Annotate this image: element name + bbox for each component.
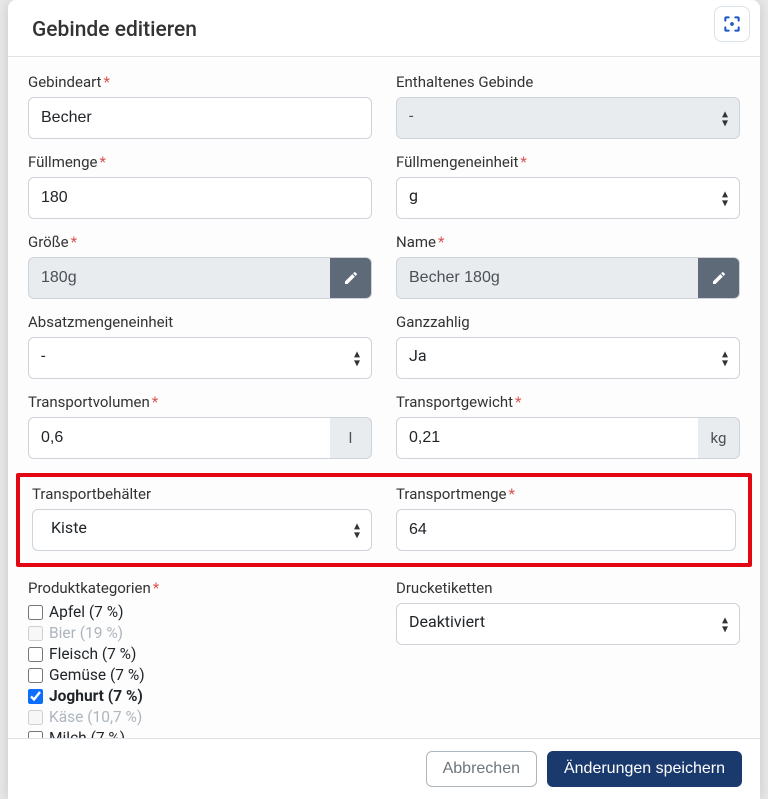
modal-footer: Abbrechen Änderungen speichern [8, 738, 760, 799]
category-item[interactable]: Joghurt (7 %) [28, 687, 372, 705]
modal-header: Gebinde editieren [8, 0, 760, 57]
select-drucketiketten[interactable]: Deaktiviert [396, 603, 740, 645]
label-name: Name* [396, 233, 740, 251]
label-ganzzahlig: Ganzzahlig [396, 313, 740, 331]
category-label: Bier (19 %) [49, 624, 123, 642]
category-label: Apfel (7 %) [49, 603, 123, 621]
edit-gebinde-modal: Gebinde editieren Gebindeart* Enthaltene… [8, 0, 760, 799]
label-fuellmengeneinheit: Füllmengeneinheit* [396, 153, 740, 171]
input-name [396, 257, 698, 299]
label-enthaltenes: Enthaltenes Gebinde [396, 73, 740, 91]
category-item: Käse (10,7 %) [28, 708, 372, 726]
category-checkbox [28, 710, 43, 725]
edit-groesse-button[interactable] [330, 257, 372, 299]
select-enthaltenes[interactable]: - [396, 97, 740, 139]
select-fuellmengeneinheit[interactable]: g [396, 177, 740, 219]
category-item[interactable]: Apfel (7 %) [28, 603, 372, 621]
input-transportvolumen[interactable] [28, 417, 330, 459]
category-checkbox [28, 626, 43, 641]
highlighted-transport-row: Transportbehälter Kiste Transportmenge* [16, 473, 752, 567]
category-item: Bier (19 %) [28, 624, 372, 642]
select-ganzzahlig[interactable]: Ja [396, 337, 740, 379]
scan-icon-button[interactable] [714, 6, 750, 42]
label-gebindeart: Gebindeart* [28, 73, 372, 91]
label-transportmenge: Transportmenge* [396, 485, 736, 503]
input-groesse [28, 257, 330, 299]
modal-title: Gebinde editieren [32, 18, 736, 42]
category-item[interactable]: Fleisch (7 %) [28, 645, 372, 663]
category-label: Milch (7 %) [49, 729, 125, 738]
label-drucketiketten: Drucketiketten [396, 579, 740, 597]
category-checkbox[interactable] [28, 689, 43, 704]
category-checkbox[interactable] [28, 668, 43, 683]
category-item[interactable]: Milch (7 %) [28, 729, 372, 738]
category-checkbox[interactable] [28, 647, 43, 662]
input-gebindeart[interactable] [28, 97, 372, 139]
category-checkbox[interactable] [28, 605, 43, 620]
save-button[interactable]: Änderungen speichern [547, 751, 742, 787]
label-produktkategorien: Produktkategorien* [28, 579, 372, 597]
modal-body: Gebindeart* Enthaltenes Gebinde - Füllme… [8, 57, 760, 738]
label-transportbehaelter: Transportbehälter [32, 485, 372, 503]
category-label: Joghurt (7 %) [49, 687, 143, 705]
category-label: Käse (10,7 %) [49, 708, 142, 726]
label-transportgewicht: Transportgewicht* [396, 393, 740, 411]
select-absatzmengeneinheit[interactable]: - [28, 337, 372, 379]
produktkategorien-list: Apfel (7 %) Bier (19 %) Fleisch (7 %) Gemüs… [28, 603, 372, 738]
label-groesse: Größe* [28, 233, 372, 251]
category-label: Fleisch (7 %) [49, 645, 136, 663]
input-transportmenge[interactable] [396, 509, 736, 551]
category-checkbox[interactable] [28, 731, 43, 739]
unit-liter: l [330, 417, 372, 459]
select-transportbehaelter[interactable]: Kiste [32, 509, 372, 551]
input-transportgewicht[interactable] [396, 417, 698, 459]
unit-kg: kg [698, 417, 740, 459]
label-fuellmenge: Füllmenge* [28, 153, 372, 171]
label-transportvolumen: Transportvolumen* [28, 393, 372, 411]
input-fuellmenge[interactable] [28, 177, 372, 219]
category-label: Gemüse (7 %) [49, 666, 145, 684]
label-absatzmengeneinheit: Absatzmengeneinheit [28, 313, 372, 331]
category-item[interactable]: Gemüse (7 %) [28, 666, 372, 684]
cancel-button[interactable]: Abbrechen [426, 751, 537, 787]
edit-name-button[interactable] [698, 257, 740, 299]
